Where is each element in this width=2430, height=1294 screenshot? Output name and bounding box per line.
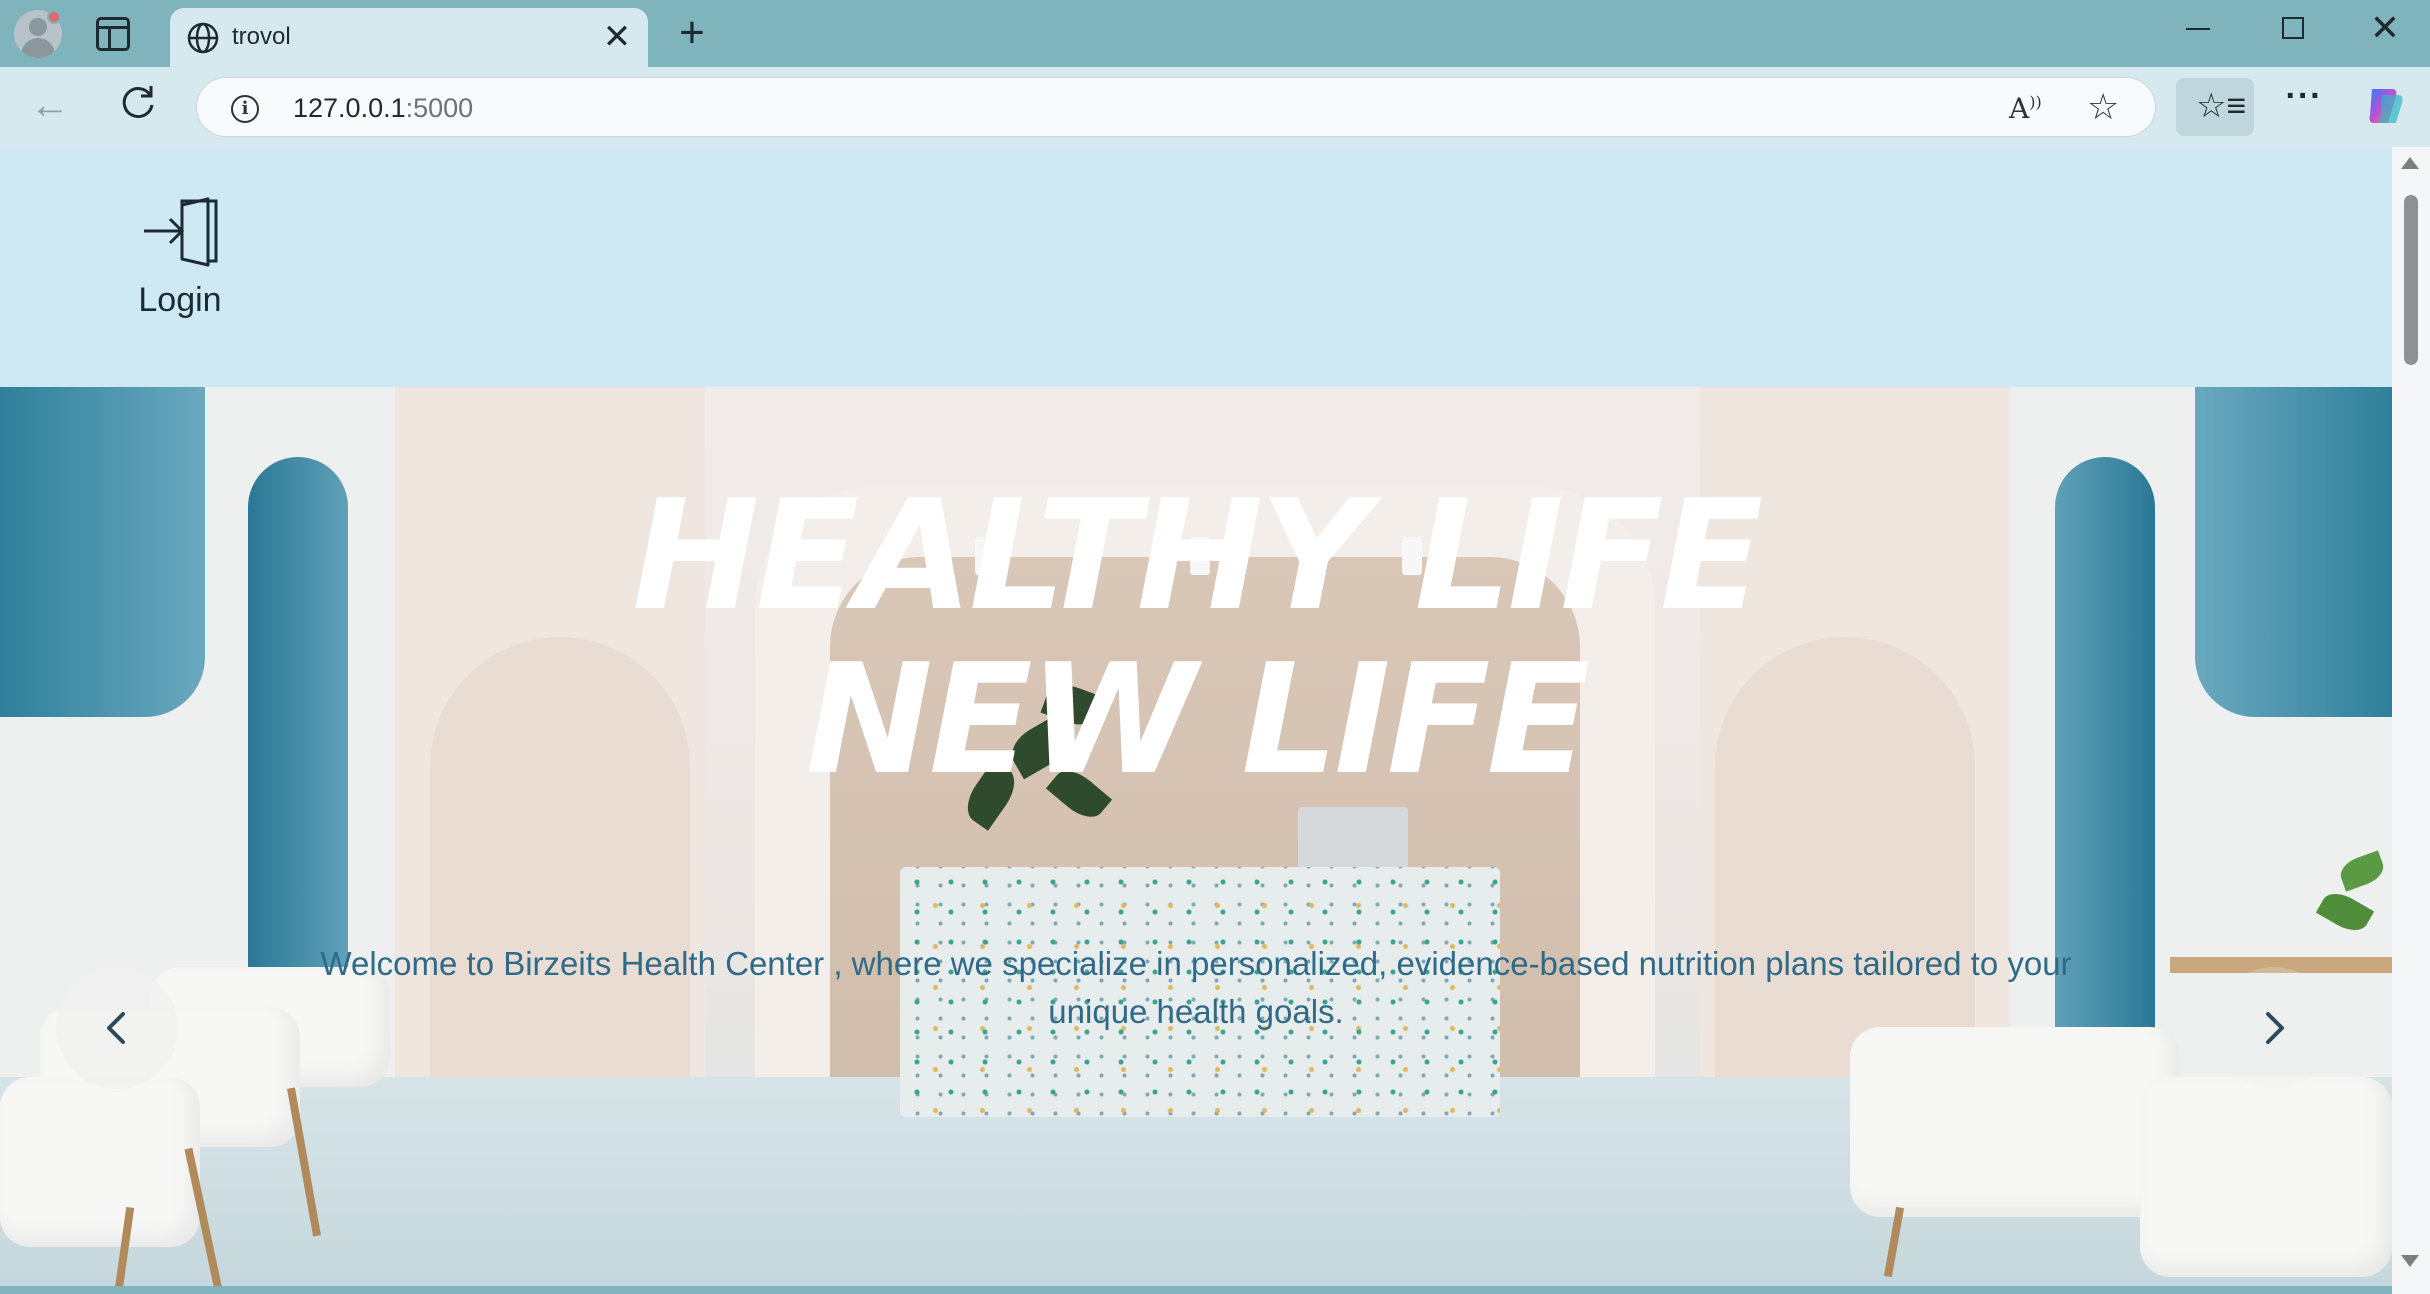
close-icon[interactable]: ✕ (600, 20, 634, 54)
chevron-right-icon (2266, 1012, 2284, 1044)
url-text[interactable]: 127.0.0.1:5000 (293, 91, 473, 125)
login-label: Login (138, 281, 222, 319)
star-icon[interactable]: ☆ (2087, 86, 2119, 128)
page-viewport: Login HEALTHY LIFE NEW LIFE Welcome to B… (0, 147, 2392, 1286)
hero-carousel: HEALTHY LIFE NEW LIFE Welcome to Birzeit… (0, 387, 2392, 1286)
chevron-left-icon (107, 1012, 125, 1044)
vertical-scrollbar[interactable] (2392, 147, 2430, 1294)
tab-title: trovol (232, 23, 291, 50)
scroll-up-arrow[interactable] (2401, 157, 2419, 169)
maximize-icon[interactable] (2282, 17, 2304, 39)
copilot-icon[interactable] (2362, 83, 2408, 129)
hero-title: HEALTHY LIFE NEW LIFE (0, 474, 2392, 802)
login-door-icon (144, 197, 218, 267)
scroll-down-arrow[interactable] (2401, 1255, 2419, 1267)
browser-toolbar: ← i 127.0.0.1:5000 A)) ☆ ☆≡ ··· (0, 67, 2430, 147)
minimize-icon[interactable] (2186, 28, 2210, 30)
browser-titlebar: trovol ✕ + ✕ (0, 0, 2430, 67)
plus-icon[interactable]: + (672, 11, 712, 55)
carousel-prev-button[interactable] (56, 967, 178, 1089)
login-link[interactable]: Login (110, 197, 250, 337)
read-aloud-icon[interactable]: A)) (2009, 92, 2042, 125)
hero-title-line2: NEW LIFE (805, 631, 1591, 808)
browser-tab[interactable]: trovol ✕ (170, 8, 648, 67)
globe-icon (187, 22, 219, 54)
reload-icon[interactable] (116, 81, 160, 125)
tab-actions-icon[interactable] (96, 17, 130, 51)
scroll-thumb[interactable] (2404, 195, 2418, 365)
back-arrow-icon[interactable]: ← (28, 83, 72, 127)
hero-title-line1: HEALTHY LIFE (632, 467, 1763, 644)
carousel-next-button[interactable] (2213, 967, 2335, 1089)
more-icon[interactable]: ··· (2282, 79, 2326, 125)
hero-subtitle: Welcome to Birzeits Health Center , wher… (320, 945, 2072, 1030)
site-header: Login (0, 147, 2392, 387)
address-bar[interactable]: i 127.0.0.1:5000 A)) ☆ (196, 77, 2156, 137)
favorites-icon[interactable]: ☆≡ (2176, 78, 2254, 136)
window-close-icon[interactable]: ✕ (2368, 8, 2402, 48)
url-port: :5000 (405, 93, 474, 123)
url-host: 127.0.0.1 (293, 93, 406, 123)
info-icon[interactable]: i (231, 95, 259, 123)
notification-dot (47, 10, 61, 24)
